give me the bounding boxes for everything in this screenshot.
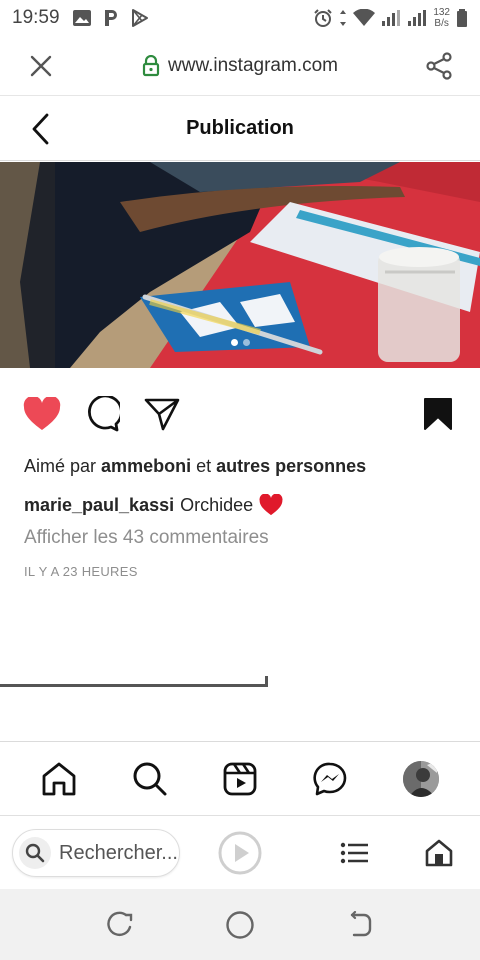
carousel-dot-1 <box>230 339 238 346</box>
likes-summary: Aimé par ammeboni et autres personnes <box>24 456 366 477</box>
browser-bottom-toolbar: Rechercher... <box>0 815 480 889</box>
instagram-bottom-nav <box>0 741 480 815</box>
post-header: Publication <box>0 97 480 161</box>
share-post-button[interactable] <box>142 394 182 434</box>
page-title: Publication <box>186 117 294 139</box>
back-button[interactable] <box>22 111 58 147</box>
parking-app-icon <box>104 10 117 26</box>
home-circle-icon <box>226 911 254 939</box>
signal-icon-2 <box>408 10 427 26</box>
nav-reels-button[interactable] <box>216 755 264 803</box>
author-username[interactable]: marie_paul_kassi <box>24 495 174 516</box>
browser-address-bar: www.instagram.com <box>0 36 480 96</box>
system-back-button[interactable] <box>344 909 376 941</box>
url-text: www.instagram.com <box>168 54 338 76</box>
reels-icon <box>223 762 257 795</box>
avatar-image-icon <box>402 760 439 797</box>
likes-prefix: Aimé par <box>24 456 97 476</box>
list-icon <box>340 842 368 864</box>
alarm-icon <box>314 9 333 27</box>
close-tab-button[interactable] <box>20 45 62 87</box>
bookmark-icon <box>424 398 452 430</box>
carousel-dots <box>0 339 480 346</box>
browser-search-field[interactable]: Rechercher... <box>12 829 180 877</box>
post-image[interactable] <box>0 162 480 368</box>
liked-by-user-link[interactable]: ammeboni <box>101 456 191 476</box>
system-home-button[interactable] <box>224 909 256 941</box>
signal-icon-1 <box>382 10 401 26</box>
network-speed-unit: B/s <box>434 18 449 29</box>
lock-icon <box>142 54 160 76</box>
likes-connector: et <box>196 456 212 476</box>
recent-apps-icon <box>107 911 133 937</box>
post-photo-illustration <box>0 162 480 368</box>
send-icon <box>144 398 180 431</box>
post-timestamp: IL Y A 23 HEURES <box>24 564 138 579</box>
browser-home-icon <box>425 839 453 867</box>
recent-apps-button[interactable] <box>104 909 136 941</box>
nav-profile-button[interactable] <box>397 755 445 803</box>
tabs-list-button[interactable] <box>336 834 374 872</box>
search-icon <box>133 762 167 795</box>
notification-icons <box>72 8 150 28</box>
post-actions <box>0 390 480 436</box>
close-icon <box>30 55 52 76</box>
browser-home-button[interactable] <box>420 834 458 872</box>
share-button[interactable] <box>418 45 460 87</box>
share-icon <box>426 51 452 80</box>
media-play-button[interactable] <box>218 831 262 875</box>
search-pill-icon-wrap <box>19 837 51 869</box>
red-heart-emoji-icon <box>259 494 283 516</box>
nav-home-button[interactable] <box>35 755 83 803</box>
status-time: 19:59 <box>12 7 60 28</box>
wifi-icon <box>353 9 376 26</box>
url-field[interactable]: www.instagram.com <box>62 54 418 77</box>
battery-icon <box>457 9 467 27</box>
caption-text: Orchidee <box>180 494 254 515</box>
like-button[interactable] <box>22 394 62 434</box>
comment-icon <box>88 396 120 432</box>
avatar <box>402 760 439 797</box>
nav-search-button[interactable] <box>126 755 174 803</box>
play-store-icon <box>131 9 148 27</box>
network-speed-value: 132 <box>433 7 450 18</box>
home-icon <box>42 762 76 795</box>
loading-indicator-tick <box>265 676 268 687</box>
carousel-dot-2 <box>242 339 250 346</box>
search-placeholder: Rechercher... <box>59 841 178 864</box>
back-arrow-icon <box>350 911 372 937</box>
loading-indicator-line <box>0 684 268 687</box>
comment-button[interactable] <box>82 394 122 434</box>
nav-messenger-button[interactable] <box>306 755 354 803</box>
view-comments-link[interactable]: Afficher les 43 commentaires <box>24 527 269 549</box>
heart-icon <box>23 397 61 430</box>
messenger-icon <box>313 762 347 795</box>
network-speed: 132 B/s <box>433 7 450 29</box>
magnifier-icon <box>25 843 45 863</box>
likes-others-link[interactable]: autres personnes <box>216 456 366 476</box>
status-bar: 19:59 132 B/s <box>0 0 480 36</box>
save-button[interactable] <box>418 394 458 434</box>
play-circle-icon <box>218 831 262 875</box>
status-right: 132 B/s <box>313 7 468 29</box>
chevron-left-icon <box>32 113 49 145</box>
system-navigation-bar <box>0 889 480 960</box>
post-caption: marie_paul_kassi Orchidee <box>24 494 283 516</box>
data-transfer-icon <box>340 10 347 26</box>
gallery-icon <box>72 10 91 26</box>
